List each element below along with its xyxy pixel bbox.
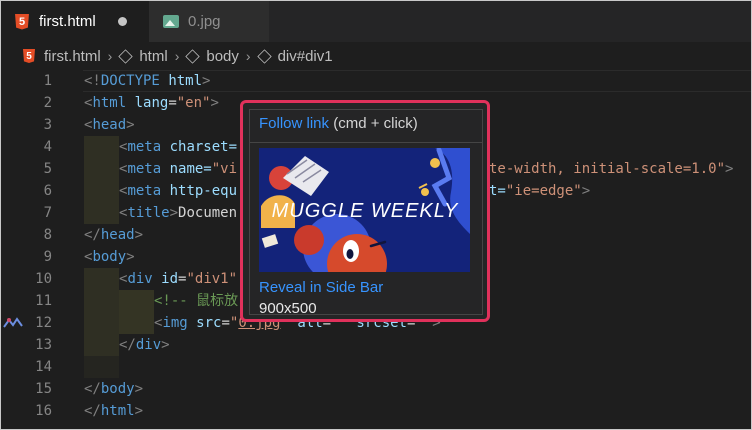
code-text: <body> [84,249,135,265]
chevron-right-icon: › [245,48,251,64]
image-icon [163,15,179,28]
code-text: </html> [84,403,144,419]
preview-title: MUGGLE WEEKLY [272,200,459,222]
indent-guide [84,356,119,378]
code-text: <!-- 鼠标放 [154,293,239,309]
code-text: <title>Documen [119,205,238,221]
indent-guide [84,334,119,356]
chevron-right-icon: › [174,48,180,64]
line-number: 16 [35,403,52,419]
code-text: </body> [84,381,144,397]
indent-guide [84,268,119,290]
line-number: 15 [35,381,52,397]
breadcrumb-item-html[interactable]: html [139,48,167,65]
line-number: 4 [43,139,52,155]
breadcrumb-item-file[interactable]: first.html [44,48,101,65]
element-cube-icon [118,48,134,64]
line-number: 8 [43,227,52,243]
indent-guide [119,290,154,312]
unsaved-dot-icon[interactable] [117,17,127,26]
line-number: 5 [43,161,52,177]
code-text: te-width, initial-scale=1.0"> [489,161,734,177]
indent-guide [84,290,119,312]
line-number: 13 [35,337,52,353]
line-number: 12 [35,315,52,331]
code-text: </head> [84,227,144,243]
html5-icon: 5 [23,49,35,63]
code-text: <div id="div1" [119,271,238,287]
code-text: <meta name="vi [119,161,238,177]
indent-guide [84,158,119,180]
chevron-right-icon: › [107,48,113,64]
code-text: <!DOCTYPE html> [84,73,211,89]
line-number: 10 [35,271,52,287]
follow-link[interactable]: Follow link [259,115,329,132]
code-text: </div> [119,337,170,353]
html5-icon: 5 [15,13,29,30]
image-dimensions: 900x500 [259,300,317,317]
indent-guide [84,180,119,202]
code-text: <meta http-equ [119,183,238,199]
code-line[interactable]: 15 </body> [1,378,751,400]
code-line[interactable]: 13 </div> [1,334,751,356]
breadcrumb: 5 first.html › html › body › div#div1 [1,42,751,70]
element-cube-icon [256,48,272,64]
line-number: 11 [35,293,52,309]
reveal-in-side-bar-link[interactable]: Reveal in Side Bar [259,279,383,296]
line-number: 7 [43,205,52,221]
image-preview: MUGGLE WEEKLY [259,148,470,272]
code-text: <head> [84,117,135,133]
breadcrumb-item-body[interactable]: body [206,48,239,65]
code-line[interactable]: 1 <!DOCTYPE html> [1,70,751,92]
code-text: <html lang="en"> [84,95,219,111]
indent-guide [84,202,119,224]
tab-label: 0.jpg [188,13,221,30]
vscode-window: 5 first.html 0.jpg 5 first.html › html ›… [0,0,752,430]
image-preview-art: MUGGLE WEEKLY [259,148,470,272]
follow-link-hint: (cmd + click) [329,115,418,132]
line-number: 9 [43,249,52,265]
tab-bar: 5 first.html 0.jpg [1,1,751,42]
line-number: 3 [43,117,52,133]
tab-first-html[interactable]: 5 first.html [1,1,149,42]
breadcrumb-item-div[interactable]: div#div1 [278,48,333,65]
tab-0-jpg[interactable]: 0.jpg [149,1,269,42]
code-line[interactable]: 16 </html> [1,400,751,422]
line-number: 1 [43,73,52,89]
divider [250,142,482,143]
line-number: 14 [35,359,52,375]
indent-guide [119,312,154,334]
follow-link-row: Follow link (cmd + click) [259,115,418,132]
element-cube-icon [185,48,201,64]
line-number: 6 [43,183,52,199]
tab-label: first.html [39,13,96,30]
indent-guide [84,312,119,334]
indent-guide [84,136,119,158]
code-text: t="ie=edge"> [489,183,591,199]
line-number: 2 [43,95,52,111]
hover-content: Follow link (cmd + click) MUGGLE WEEKLY … [249,109,483,317]
hover-popup: Follow link (cmd + click) MUGGLE WEEKLY … [240,100,490,322]
code-line[interactable]: 14 [1,356,751,378]
code-text: <meta charset= [119,139,238,155]
